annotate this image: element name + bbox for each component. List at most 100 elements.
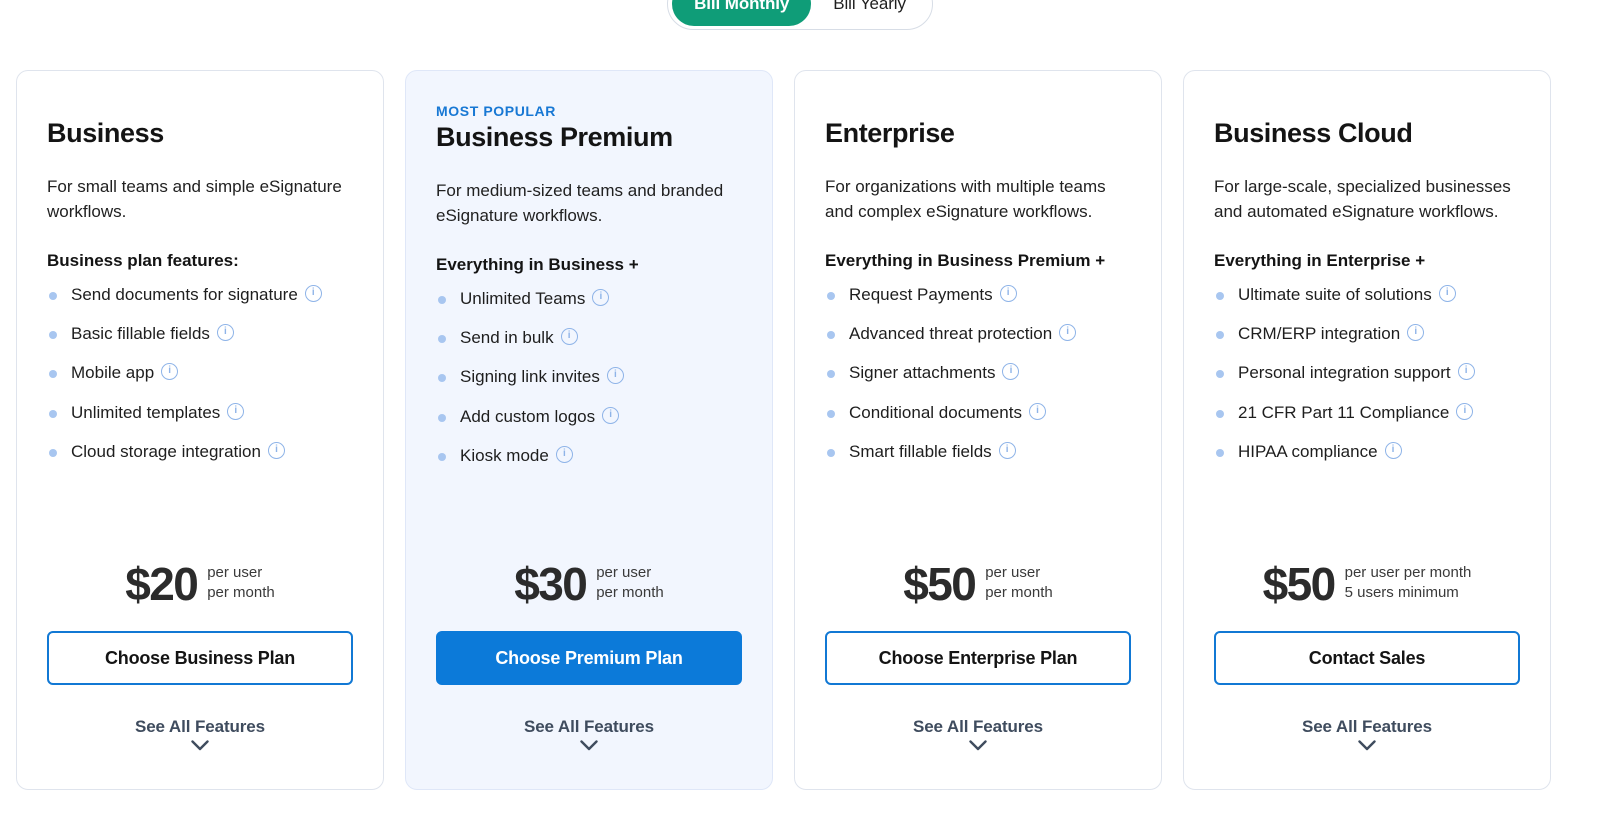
plan-description: For organizations with multiple teams an…: [825, 177, 1106, 222]
feature-item: Smart fillable fields i: [825, 442, 1131, 462]
bullet-icon: [827, 291, 835, 300]
feature-item: Unlimited Teams i: [436, 288, 742, 309]
bullet-icon: [438, 453, 446, 462]
feature-label: Ultimate suite of solutions: [1238, 284, 1432, 304]
see-all-features-toggle[interactable]: See All Features: [436, 717, 742, 755]
info-icon[interactable]: i: [555, 446, 573, 464]
features-heading: Everything in Enterprise +: [1214, 250, 1426, 270]
price-note-line-2: 5 users minimum: [1344, 584, 1459, 602]
price-amount: $20: [125, 558, 199, 610]
info-icon[interactable]: i: [1059, 324, 1077, 342]
price-block: $50 per user per month 5 users minimum: [1214, 539, 1520, 607]
chevron-down-icon: [580, 739, 598, 755]
see-all-features-label: See All Features: [134, 717, 266, 736]
feature-label: Unlimited templates: [71, 402, 221, 422]
pricing-card: Business For small teams and simple eSign…: [16, 70, 384, 790]
price-note-line-1: per user: [596, 564, 652, 581]
info-icon[interactable]: i: [216, 324, 234, 342]
feature-item: CRM/ERP integration i: [1214, 324, 1520, 344]
feature-item: Request Payments i: [825, 284, 1131, 305]
info-icon[interactable]: i: [560, 328, 578, 346]
see-all-features-toggle[interactable]: See All Features: [1214, 717, 1520, 755]
plan-cta-button[interactable]: Contact Sales: [1214, 631, 1520, 685]
price-amount: $30: [514, 558, 588, 610]
toggle-option-bill-monthly[interactable]: Bill Monthly: [672, 0, 812, 26]
billing-toggle[interactable]: Bill Monthly Bill Yearly: [667, 0, 933, 30]
feature-item: Unlimited templates i: [47, 402, 353, 423]
bullet-icon: [438, 413, 446, 422]
feature-label: Cloud storage integration: [71, 442, 261, 462]
info-icon[interactable]: i: [606, 367, 624, 385]
bullet-icon: [49, 331, 57, 340]
bullet-icon: [1216, 409, 1224, 418]
info-icon[interactable]: i: [999, 284, 1017, 302]
see-all-features-label: See All Features: [1301, 717, 1433, 736]
info-icon[interactable]: i: [1438, 284, 1456, 302]
info-icon[interactable]: i: [227, 402, 245, 420]
info-icon[interactable]: i: [1384, 442, 1402, 460]
plan-cta-button[interactable]: Choose Enterprise Plan: [825, 631, 1131, 685]
price-block: $30 per user per month: [436, 539, 742, 607]
feature-label: Advanced threat protection: [849, 324, 1053, 344]
bullet-icon: [438, 374, 446, 383]
info-icon[interactable]: i: [1457, 363, 1475, 381]
feature-list: Unlimited Teams i Send in bulk i Signing lin…: [436, 288, 742, 486]
feature-label: Add custom logos: [460, 406, 596, 426]
features-heading: Business plan features:: [47, 250, 239, 270]
feature-item: Signer attachments i: [825, 363, 1131, 383]
price-note: per user per month: [207, 563, 275, 604]
price-note: per user per month 5 users minimum: [1345, 563, 1472, 604]
info-icon[interactable]: i: [602, 406, 620, 424]
chevron-down-icon: [1358, 739, 1376, 755]
pricing-card: MOST POPULAR Business Premium For medium-s…: [405, 70, 773, 790]
price-note: per user per month: [985, 563, 1053, 604]
bullet-icon: [49, 291, 57, 300]
info-icon[interactable]: i: [1002, 363, 1020, 381]
bullet-icon: [827, 370, 835, 379]
info-icon[interactable]: i: [267, 442, 285, 460]
most-popular-badge: MOST POPULAR: [436, 103, 556, 119]
bullet-icon: [827, 331, 835, 340]
pricing-card: Enterprise For organizations with multipl…: [794, 70, 1162, 790]
bullet-icon: [49, 370, 57, 379]
pricing-cards: Business For small teams and simple eSign…: [16, 70, 1584, 790]
features-heading: Everything in Business Premium +: [825, 250, 1106, 270]
plan-cta-button[interactable]: Choose Business Plan: [47, 631, 353, 685]
feature-label: Basic fillable fields: [71, 324, 210, 344]
feature-label: Unlimited Teams: [460, 288, 586, 308]
toggle-option-bill-yearly[interactable]: Bill Yearly: [811, 0, 928, 26]
plan-name: Business: [47, 118, 164, 148]
plan-name: Business Premium: [436, 122, 673, 152]
bullet-icon: [438, 295, 446, 304]
bullet-icon: [1216, 331, 1224, 340]
feature-label: CRM/ERP integration: [1238, 324, 1401, 344]
info-icon[interactable]: i: [1407, 324, 1425, 342]
bullet-icon: [438, 335, 446, 344]
info-icon[interactable]: i: [592, 288, 610, 306]
plan-description: For medium-sized teams and branded eSign…: [436, 181, 724, 226]
feature-item: Add custom logos i: [436, 406, 742, 427]
feature-item: 21 CFR Part 11 Compliance i: [1214, 402, 1520, 423]
feature-label: Signing link invites: [460, 367, 600, 387]
feature-label: 21 CFR Part 11 Compliance: [1238, 402, 1450, 422]
plan-name: Enterprise: [825, 118, 955, 148]
price-note-line-1: per user: [985, 564, 1041, 581]
bullet-icon: [49, 409, 57, 418]
billing-toggle-container: Bill Monthly Bill Yearly: [0, 0, 1600, 30]
info-icon[interactable]: i: [998, 442, 1016, 460]
see-all-features-toggle[interactable]: See All Features: [825, 717, 1131, 755]
feature-label: Smart fillable fields: [849, 442, 992, 462]
plan-cta-button[interactable]: Choose Premium Plan: [436, 631, 742, 685]
see-all-features-toggle[interactable]: See All Features: [47, 717, 353, 755]
price-amount: $50: [903, 558, 977, 610]
price-note: per user per month: [596, 563, 664, 604]
feature-item: Ultimate suite of solutions i: [1214, 284, 1520, 305]
chevron-down-icon: [969, 739, 987, 755]
feature-label: Mobile app: [71, 363, 155, 383]
info-icon[interactable]: i: [161, 363, 179, 381]
price-block: $50 per user per month: [825, 539, 1131, 607]
info-icon[interactable]: i: [1028, 402, 1046, 420]
info-icon[interactable]: i: [304, 284, 322, 302]
info-icon[interactable]: i: [1456, 402, 1474, 420]
feature-label: Personal integration support: [1238, 363, 1451, 383]
